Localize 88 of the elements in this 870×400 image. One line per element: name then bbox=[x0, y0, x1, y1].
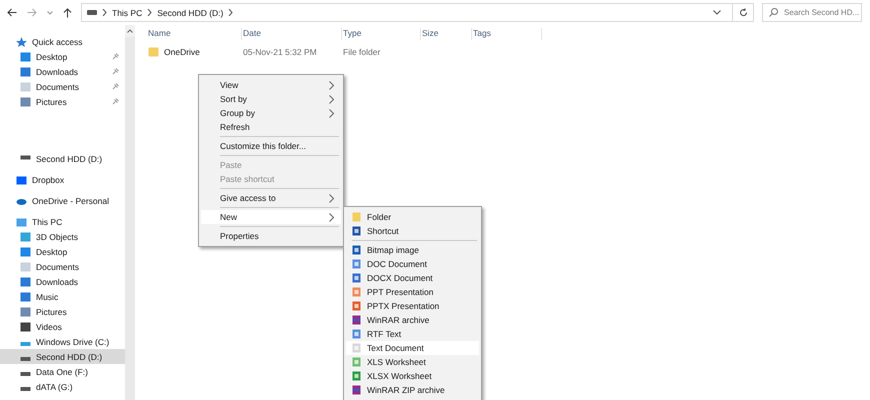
back-icon[interactable] bbox=[7, 8, 17, 17]
chevron-icon bbox=[147, 9, 152, 16]
sidebar-label: Documents bbox=[36, 82, 79, 92]
column-header[interactable]: Size bbox=[421, 28, 472, 40]
column-header[interactable]: Date bbox=[242, 28, 342, 40]
sidebar-label: Second HDD (D:) bbox=[36, 154, 102, 164]
archive-icon bbox=[352, 385, 361, 395]
menu-item[interactable]: PPT Presentation bbox=[346, 285, 479, 299]
menu-item[interactable]: Refresh bbox=[201, 120, 341, 134]
menu-item[interactable]: XLS Worksheet bbox=[346, 355, 479, 369]
menu-item[interactable]: XLSX Worksheet bbox=[346, 369, 479, 383]
sidebar-label: Data One (F:) bbox=[36, 366, 88, 376]
sidebar-item[interactable]: OneDrive - Personal bbox=[0, 193, 125, 208]
sidebar-item[interactable]: This PC bbox=[0, 214, 125, 229]
menu-item[interactable]: Sort by bbox=[201, 92, 341, 106]
table-cell-text: File folder bbox=[342, 47, 382, 57]
breadcrumb[interactable]: This PC bbox=[112, 8, 142, 18]
menu-item[interactable]: RTF Text bbox=[346, 327, 479, 341]
sidebar-item[interactable]: Downloads bbox=[0, 274, 125, 289]
sidebar-label: This PC bbox=[32, 216, 62, 226]
sidebar-item[interactable]: Documents bbox=[0, 259, 125, 274]
star-icon bbox=[16, 36, 27, 46]
menu-item[interactable]: PPTX Presentation bbox=[346, 299, 479, 313]
column-header[interactable]: Tags bbox=[472, 28, 542, 40]
chevron-icon bbox=[102, 9, 107, 16]
sidebar-label: Pictures bbox=[36, 96, 67, 106]
menu-item[interactable]: DOC Document bbox=[346, 257, 479, 271]
sidebar-label: Documents bbox=[36, 262, 79, 272]
sidebar-label: OneDrive - Personal bbox=[32, 196, 110, 206]
menu-item[interactable]: Group by bbox=[201, 106, 341, 120]
sidebar-item[interactable]: Quick access bbox=[0, 34, 125, 49]
sidebar-label: dATA (G:) bbox=[36, 382, 73, 392]
sidebar-label: Dropbox bbox=[32, 174, 64, 184]
menu-item[interactable]: Bitmap image bbox=[346, 243, 479, 257]
up-icon[interactable] bbox=[63, 8, 72, 18]
drive-icon bbox=[87, 10, 97, 15]
sidebar-item[interactable]: Second HDD (D:) bbox=[0, 151, 125, 166]
column-header[interactable]: Type bbox=[342, 28, 421, 40]
menu-item[interactable]: WinRAR ZIP archive bbox=[346, 383, 479, 397]
sidebar-item[interactable]: Dropbox bbox=[0, 172, 125, 187]
menu-item[interactable]: Shortcut bbox=[346, 224, 479, 238]
address-bar[interactable]: This PC Second HDD (D:) bbox=[81, 3, 754, 22]
menu-item[interactable]: Properties bbox=[201, 229, 341, 243]
menu-item[interactable]: New bbox=[201, 210, 341, 224]
sidebar-item[interactable]: dATA (G:) bbox=[0, 379, 125, 394]
folder-icon bbox=[148, 47, 159, 57]
breadcrumb[interactable]: Second HDD (D:) bbox=[157, 8, 224, 18]
menu-item[interactable]: Folder bbox=[346, 210, 479, 224]
table-cell-text: 05-Nov-21 5:32 PM bbox=[242, 47, 318, 57]
folder-icon bbox=[352, 212, 361, 222]
sidebar-label: Desktop bbox=[36, 246, 68, 256]
sidebar-label: Downloads bbox=[36, 66, 78, 76]
menu-item[interactable]: Give access to bbox=[201, 191, 341, 205]
scrollbar[interactable] bbox=[125, 25, 135, 400]
file-name[interactable]: OneDrive bbox=[164, 47, 200, 57]
menu-item[interactable]: WinRAR archive bbox=[346, 313, 479, 327]
chevron-icon bbox=[228, 9, 234, 16]
sidebar-item[interactable]: Data One (F:) bbox=[0, 364, 125, 379]
scroll-up-icon[interactable] bbox=[127, 29, 133, 33]
sidebar-item[interactable]: 3D Objects bbox=[0, 229, 125, 244]
sidebar-label: Second HDD (D:) bbox=[36, 352, 102, 362]
sidebar-item[interactable]: Desktop bbox=[0, 244, 125, 259]
sidebar-item[interactable]: Desktop bbox=[0, 49, 125, 64]
sidebar-item[interactable]: Downloads bbox=[0, 64, 125, 79]
sidebar-item[interactable]: Videos bbox=[0, 319, 125, 334]
archive-icon bbox=[352, 315, 361, 325]
menu-item[interactable]: Text Document bbox=[346, 341, 479, 355]
column-header[interactable]: Name bbox=[147, 28, 242, 40]
sidebar-item[interactable]: Windows Drive (C:) bbox=[0, 334, 125, 349]
menu-item[interactable]: View bbox=[201, 78, 341, 92]
dropdown-icon[interactable] bbox=[713, 10, 721, 15]
search-field[interactable]: Search Second HD... bbox=[762, 3, 862, 22]
sidebar-label: Windows Drive (C:) bbox=[36, 336, 110, 346]
sidebar-label: Pictures bbox=[36, 306, 67, 316]
sidebar-label: Videos bbox=[36, 322, 62, 332]
sidebar-label: Music bbox=[36, 292, 58, 302]
menu-item[interactable]: Customize this folder... bbox=[201, 139, 341, 153]
sidebar-label: 3D Objects bbox=[36, 232, 78, 242]
sidebar-item[interactable]: Music bbox=[0, 289, 125, 304]
sidebar-item[interactable]: Second HDD (D:) bbox=[0, 349, 125, 364]
menu-item[interactable]: DOCX Document bbox=[346, 271, 479, 285]
sidebar-label: Quick access bbox=[32, 36, 83, 46]
sidebar-item[interactable]: Pictures bbox=[0, 304, 125, 319]
sidebar-item[interactable]: Pictures bbox=[0, 94, 125, 109]
sidebar-label: Desktop bbox=[36, 52, 68, 62]
sidebar-item[interactable]: Documents bbox=[0, 79, 125, 94]
refresh-icon bbox=[738, 8, 748, 17]
sidebar-label: Downloads bbox=[36, 276, 78, 286]
